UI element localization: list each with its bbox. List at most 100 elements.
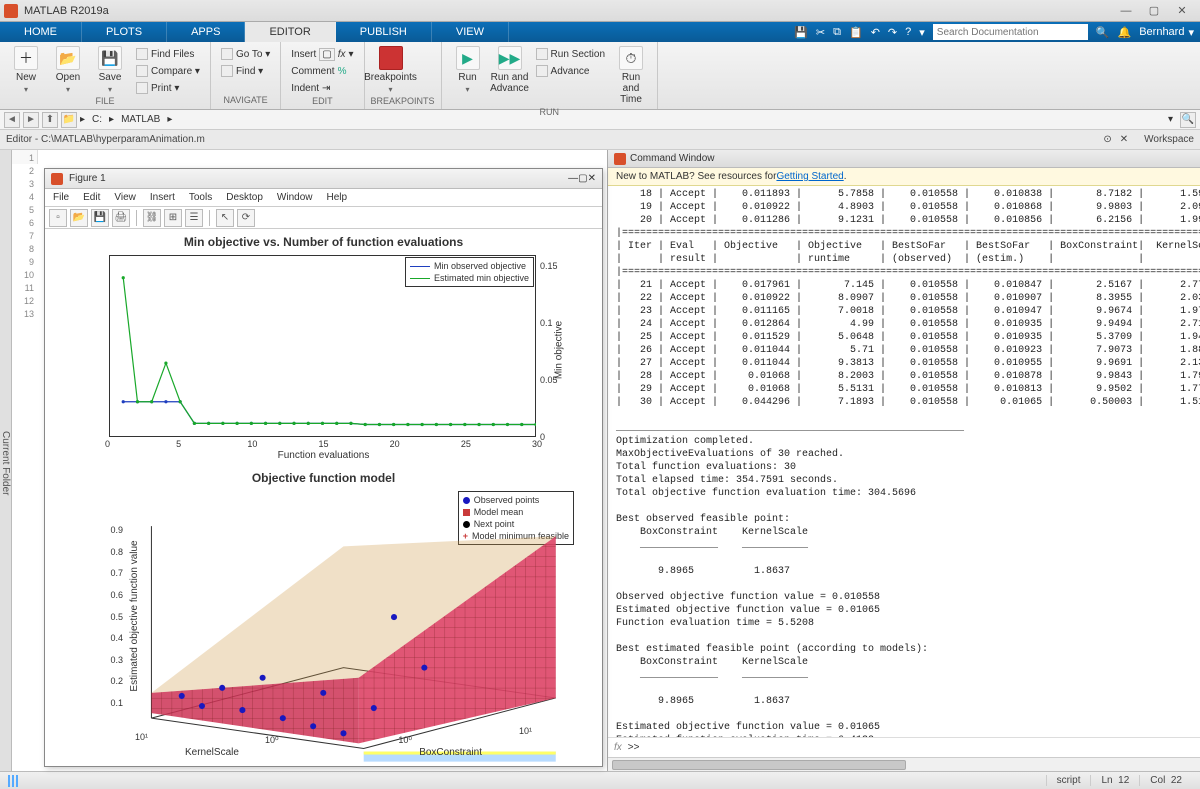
figure-menu-file[interactable]: File bbox=[53, 192, 69, 203]
run-icon: ▶ bbox=[456, 46, 480, 70]
status-busy-icon bbox=[8, 775, 20, 787]
run-advance-button[interactable]: ▶▶Run and Advance bbox=[490, 44, 530, 107]
current-folder-tab[interactable]: Current Folder bbox=[0, 150, 12, 771]
tab-view[interactable]: VIEW bbox=[432, 22, 509, 42]
status-line: Ln 12 bbox=[1090, 775, 1139, 786]
editor-expand-icon[interactable]: ⊙ bbox=[1099, 134, 1115, 145]
forward-button[interactable]: ► bbox=[23, 112, 39, 128]
figure-menu-edit[interactable]: Edit bbox=[83, 192, 100, 203]
search-input[interactable] bbox=[933, 24, 1088, 40]
chart2-ylabel: KernelScale bbox=[185, 747, 239, 758]
editor-close-icon[interactable]: ✕ bbox=[1116, 134, 1132, 145]
tab-publish[interactable]: PUBLISH bbox=[336, 22, 432, 42]
find-button[interactable]: Find ▾ bbox=[217, 63, 274, 79]
figure-pointer-icon[interactable]: ↖ bbox=[216, 209, 234, 227]
tab-apps[interactable]: APPS bbox=[167, 22, 245, 42]
advance-button[interactable]: Advance bbox=[532, 63, 609, 79]
paste-icon[interactable]: 📋 bbox=[849, 26, 863, 39]
tab-home[interactable]: HOME bbox=[0, 22, 82, 42]
fx-icon[interactable]: fx bbox=[338, 49, 346, 60]
open-button[interactable]: 📂Open▾ bbox=[48, 44, 88, 96]
chart1-legend: Min observed objective Estimated min obj… bbox=[405, 257, 534, 287]
figure-menu-view[interactable]: View bbox=[114, 192, 136, 203]
figure-legend-icon[interactable]: ☰ bbox=[185, 209, 203, 227]
notification-icon[interactable]: 🔔 bbox=[1118, 26, 1132, 39]
more-icon[interactable]: ▾ bbox=[919, 26, 925, 39]
cut-icon[interactable]: ✂ bbox=[816, 26, 825, 39]
figure-menu-insert[interactable]: Insert bbox=[150, 192, 175, 203]
indent-button[interactable]: Indent ⇥ bbox=[287, 80, 357, 96]
help-icon[interactable]: ? bbox=[905, 26, 911, 38]
figure-menu-tools[interactable]: Tools bbox=[189, 192, 212, 203]
find-files-button[interactable]: Find Files bbox=[132, 46, 204, 62]
up-button[interactable]: ⬆ bbox=[42, 112, 58, 128]
chart-min-objective: Min objective vs. Number of function eva… bbox=[55, 235, 592, 465]
undo-icon[interactable]: ↶ bbox=[871, 26, 880, 39]
user-menu[interactable]: Bernhard▾ bbox=[1139, 26, 1194, 39]
save-icon[interactable]: 💾 bbox=[794, 26, 808, 39]
print-icon bbox=[136, 82, 148, 94]
matlab-logo-icon bbox=[4, 4, 18, 18]
command-prompt[interactable]: fx >> bbox=[608, 737, 1200, 757]
app-title: MATLAB R2019a bbox=[24, 5, 1112, 17]
figure-rotate-icon[interactable]: ⟳ bbox=[237, 209, 255, 227]
getting-started-link[interactable]: Getting Started bbox=[776, 171, 843, 182]
tab-plots[interactable]: PLOTS bbox=[82, 22, 167, 42]
figure-open-icon[interactable]: 📂 bbox=[70, 209, 88, 227]
search-icon[interactable]: 🔍 bbox=[1096, 26, 1110, 39]
breadcrumb-drive[interactable]: C: bbox=[88, 114, 106, 125]
figure-menu-desktop[interactable]: Desktop bbox=[226, 192, 263, 203]
figure-grid-icon[interactable]: ⊞ bbox=[164, 209, 182, 227]
figure-link-icon[interactable]: ⛓ bbox=[143, 209, 161, 227]
figure-window: Figure 1 — ▢ ✕ File Edit View Insert Too… bbox=[44, 168, 603, 767]
ribbon-group-edit: EDIT bbox=[287, 96, 357, 107]
maximize-button[interactable]: ▢ bbox=[1140, 2, 1168, 20]
compare-button[interactable]: Compare ▾ bbox=[132, 63, 204, 79]
line-gutter: 123 456 789 101112 13 bbox=[12, 150, 38, 164]
close-button[interactable]: ✕ bbox=[1168, 2, 1196, 20]
title-bar: MATLAB R2019a — ▢ ✕ bbox=[0, 0, 1200, 22]
figure-save-icon[interactable]: 💾 bbox=[91, 209, 109, 227]
chart2-xlabel: BoxConstraint bbox=[419, 747, 482, 758]
ribbon-group-run: RUN bbox=[448, 107, 651, 117]
breadcrumb-folder[interactable]: MATLAB bbox=[117, 114, 164, 125]
advance-icon bbox=[536, 65, 548, 77]
goto-button[interactable]: Go To ▾ bbox=[217, 46, 274, 62]
comment-button[interactable]: Comment % bbox=[287, 63, 357, 79]
new-button[interactable]: ＋New▾ bbox=[6, 44, 46, 96]
figure-minimize-button[interactable]: — bbox=[568, 173, 578, 184]
run-advance-icon: ▶▶ bbox=[498, 46, 522, 70]
print-button[interactable]: Print ▾ bbox=[132, 80, 204, 96]
command-window-pane: Command Window — ▢ ✕ New to MATLAB? See … bbox=[608, 150, 1200, 771]
run-section-button[interactable]: Run Section bbox=[532, 46, 609, 62]
copy-icon[interactable]: ⧉ bbox=[833, 26, 841, 39]
figure-menu-help[interactable]: Help bbox=[327, 192, 348, 203]
fx-icon[interactable]: fx bbox=[614, 742, 622, 753]
save-button[interactable]: 💾Save▾ bbox=[90, 44, 130, 96]
quick-access-toolbar: 💾 ✂ ⧉ 📋 ↶ ↷ ? ▾ 🔍 🔔 Bernhard▾ bbox=[788, 22, 1200, 42]
run-time-button[interactable]: ⏱Run and Time bbox=[611, 44, 651, 107]
breakpoints-button[interactable]: Breakpoints▾ bbox=[371, 44, 411, 96]
tab-editor[interactable]: EDITOR bbox=[245, 22, 335, 42]
figure-print-icon[interactable]: 🖨 bbox=[112, 209, 130, 227]
figure-toolbar: ▫ 📂 💾 🖨 ⛓ ⊞ ☰ ↖ ⟳ bbox=[45, 207, 602, 229]
ribbon-group-file: FILE bbox=[6, 96, 204, 107]
ribbon: ＋New▾ 📂Open▾ 💾Save▾ Find Files Compare ▾… bbox=[0, 42, 1200, 110]
folder-icon[interactable]: 📁 bbox=[61, 112, 77, 128]
workspace-tab[interactable]: Workspace bbox=[1144, 134, 1194, 145]
new-file-icon: ＋ bbox=[14, 46, 38, 70]
horizontal-scrollbar[interactable] bbox=[608, 757, 1200, 771]
insert-button[interactable]: Insert ▢ fx ▾ bbox=[287, 46, 357, 62]
command-output[interactable]: 18 | Accept | 0.011893 | 5.7858 | 0.0105… bbox=[608, 186, 1200, 737]
figure-menu-window[interactable]: Window bbox=[277, 192, 313, 203]
back-button[interactable]: ◄ bbox=[4, 112, 20, 128]
figure-close-button[interactable]: ✕ bbox=[588, 173, 596, 184]
compare-icon bbox=[136, 65, 148, 77]
run-button[interactable]: ▶Run▾ bbox=[448, 44, 488, 107]
search-path-icon[interactable]: 🔍 bbox=[1180, 112, 1196, 128]
figure-maximize-button[interactable]: ▢ bbox=[578, 173, 587, 184]
redo-icon[interactable]: ↷ bbox=[888, 26, 897, 39]
figure-new-icon[interactable]: ▫ bbox=[49, 209, 67, 227]
clock-icon: ⏱ bbox=[619, 46, 643, 70]
minimize-button[interactable]: — bbox=[1112, 2, 1140, 20]
